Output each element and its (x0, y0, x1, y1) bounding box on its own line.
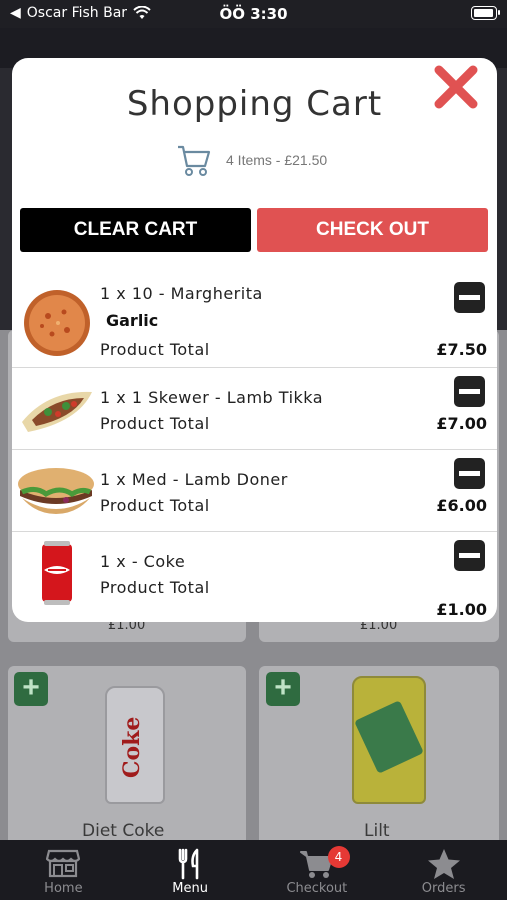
cart-summary-text: 4 Items - £21.50 (226, 152, 328, 168)
item-total-label: Product Total (100, 578, 210, 597)
tab-menu[interactable]: Menu (127, 840, 254, 900)
diet-coke-can-image: Coke (105, 686, 165, 804)
remove-item-button[interactable] (454, 540, 485, 571)
add-item-button[interactable]: + (14, 672, 48, 706)
status-time: ÖÖ 3:30 (219, 5, 288, 23)
remove-item-button[interactable] (454, 458, 485, 489)
modal-title: Shopping Cart (126, 84, 383, 124)
store-icon (46, 849, 81, 878)
cart-item: 1 x 10 - Margherita Garlic Product Total… (12, 278, 497, 368)
remove-item-button[interactable] (454, 282, 485, 313)
item-price: £6.00 (436, 496, 487, 515)
tab-menu-label: Menu (172, 881, 208, 896)
star-icon (427, 849, 460, 879)
tab-checkout[interactable]: 4 Checkout (254, 840, 381, 900)
shopping-cart-modal: Shopping Cart 4 Items - £21.50 CLEAR CAR… (12, 58, 497, 622)
cart-summary: 4 Items - £21.50 (176, 142, 327, 178)
cart-item: 1 x 1 Skewer - Lamb Tikka Product Total … (12, 368, 497, 450)
item-total-label: Product Total (100, 414, 210, 433)
bottom-tab-bar: Home Menu 4 Checkout Orders (0, 840, 507, 900)
lamb-tikka-wrap-image (22, 391, 92, 432)
remove-item-button[interactable] (454, 376, 485, 407)
item-name: 1 x 1 Skewer - Lamb Tikka (100, 388, 324, 407)
clear-cart-button[interactable]: CLEAR CART (20, 208, 251, 252)
tab-orders[interactable]: Orders (380, 840, 507, 900)
item-total-label: Product Total (100, 340, 210, 359)
battery-icon (471, 6, 500, 20)
item-modifier: Garlic (106, 311, 159, 330)
item-price: £1.00 (436, 600, 487, 619)
pizza-image (24, 290, 90, 356)
status-bar: ◀ Oscar Fish Bar ÖÖ 3:30 (0, 0, 507, 28)
item-total-label: Product Total (100, 496, 210, 515)
background-product-name: Diet Coke (82, 821, 165, 841)
lamb-doner-image (18, 468, 94, 514)
cart-item: 1 x - Coke Product Total £1.00 (12, 532, 497, 622)
item-name: 1 x Med - Lamb Doner (100, 470, 288, 489)
item-price: £7.50 (436, 340, 487, 359)
item-price: £7.00 (436, 414, 487, 433)
add-item-button[interactable]: + (266, 672, 300, 706)
cart-item: 1 x Med - Lamb Doner Product Total £6.00 (12, 450, 497, 532)
cutlery-icon (178, 848, 199, 880)
coke-can-image (42, 541, 72, 605)
tab-checkout-label: Checkout (286, 881, 348, 896)
background-product-name: Lilt (364, 821, 390, 841)
tab-home[interactable]: Home (0, 840, 127, 900)
checkout-badge: 4 (327, 846, 350, 868)
checkout-button[interactable]: CHECK OUT (257, 208, 488, 252)
cart-icon (178, 145, 211, 176)
item-name: 1 x 10 - Margherita (100, 284, 263, 303)
item-name: 1 x - Coke (100, 552, 186, 571)
lilt-can-image (352, 676, 426, 804)
tab-orders-label: Orders (421, 881, 466, 896)
tab-home-label: Home (44, 881, 83, 896)
